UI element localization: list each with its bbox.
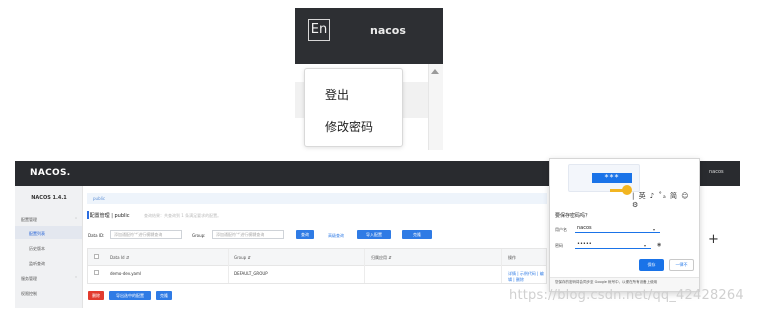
username-label: 用户名 — [555, 227, 567, 232]
header-user[interactable]: nacos — [709, 169, 724, 175]
username-dropdown-icon[interactable]: ▾ — [653, 227, 655, 232]
namespace-bar — [87, 193, 547, 204]
scroll-up-arrow-icon[interactable] — [431, 69, 439, 74]
column-header-group[interactable]: Group ⇵ — [234, 255, 251, 260]
save-password-popup: *** | 英 ♪ ˚ₐ 简 ☺ ⚙ 要保存密码吗？ 用户名 nacos ▾ 密… — [549, 158, 700, 292]
sidebar-item-history[interactable]: 历史版本 — [29, 246, 45, 252]
row-actions-links[interactable]: 详情 | 示例代码 | 编辑 | 删除 — [508, 271, 546, 283]
namespace-tab-public[interactable]: public — [93, 196, 105, 201]
save-password-title: 要保存密码吗？ — [555, 213, 591, 219]
chevron-down-icon: ˅ — [75, 276, 77, 281]
data-id-label: Data ID: — [88, 233, 105, 238]
breadcrumb: 配置管理 | public — [88, 212, 130, 219]
password-dropdown-icon[interactable]: ▾ — [644, 243, 646, 248]
save-password-button[interactable]: 保存 — [639, 259, 664, 271]
sidebar-item-permission-control[interactable]: 权限控制 — [21, 291, 37, 297]
show-password-eye-icon[interactable]: ◉ — [657, 242, 661, 248]
column-header-actions: 操作 — [508, 255, 516, 260]
user-dropdown-menu: 登出 修改密码 — [304, 68, 403, 147]
import-config-button[interactable]: 导入配置 — [357, 230, 391, 239]
group-label: Group: — [192, 233, 206, 238]
advanced-query-link[interactable]: 高级查询 — [328, 233, 344, 239]
column-divider — [228, 249, 229, 283]
sidebar-item-config-management[interactable]: 配置管理 — [21, 217, 37, 223]
clone-button[interactable]: 克隆 — [156, 291, 172, 300]
masked-password-graphic: *** — [592, 173, 632, 183]
user-menu-trigger[interactable]: nacos — [370, 24, 406, 37]
export-selected-button[interactable]: 导出选中的配置 — [109, 291, 151, 300]
config-table: Data Id ⇵ Group ⇵ 归属应用 ⇵ 操作 demo-dev.yam… — [87, 248, 547, 284]
username-field[interactable]: nacos — [575, 224, 660, 233]
column-header-data-id[interactable]: Data Id ⇵ — [110, 255, 129, 260]
never-save-button[interactable]: 一律不 — [669, 259, 694, 271]
row-group: DEFAULT_GROUP — [234, 271, 268, 276]
column-divider — [364, 249, 365, 283]
delete-button[interactable]: 删除 — [88, 291, 104, 300]
select-all-checkbox[interactable] — [94, 254, 99, 259]
page-title: 配置管理 — [89, 213, 110, 219]
sidebar-item-config-list[interactable]: 配置列表 — [29, 231, 45, 237]
logout-menu-item[interactable]: 登出 — [325, 86, 349, 103]
group-input[interactable]: 添加通配符'*'进行模糊查询 — [212, 230, 284, 239]
add-config-icon[interactable]: + — [708, 232, 719, 247]
table-header — [88, 249, 546, 266]
data-id-input[interactable]: 添加通配符'*'进行模糊查询 — [110, 230, 182, 239]
query-button[interactable]: 查询 — [296, 230, 314, 239]
column-header-app[interactable]: 归属应用 ⇵ — [371, 255, 392, 261]
sidebar-item-listener-query[interactable]: 监听查询 — [29, 261, 45, 267]
password-field[interactable]: ••••• — [575, 240, 651, 249]
nacos-logo[interactable]: NACOS. — [30, 168, 70, 178]
query-result-hint: 查询结果：共查询到 1 条满足要求的配置。 — [144, 213, 222, 218]
key-icon — [622, 185, 632, 195]
chevron-up-icon: ˄ — [75, 217, 77, 222]
top-scrollbar[interactable] — [428, 64, 443, 150]
password-label: 密码 — [555, 243, 563, 248]
ime-toolbar[interactable]: | 英 ♪ ˚ₐ 简 ☺ ⚙ — [632, 191, 699, 209]
language-switch-button[interactable]: En — [308, 19, 330, 41]
clone-config-button[interactable]: 克隆 — [402, 230, 432, 239]
sidebar-version-title: NACOS 1.4.1 — [31, 195, 67, 201]
sidebar-item-service-management[interactable]: 服务管理 — [21, 276, 37, 282]
sidebar: NACOS 1.4.1 配置管理 ˄ 配置列表 历史版本 监听查询 服务管理 ˅… — [15, 186, 83, 308]
column-divider — [501, 249, 502, 283]
breadcrumb-separator: | — [111, 213, 113, 219]
row-checkbox[interactable] — [94, 270, 99, 275]
breadcrumb-namespace: public — [114, 213, 130, 219]
change-password-menu-item[interactable]: 修改密码 — [325, 118, 373, 135]
row-data-id: demo-dev.yaml — [110, 271, 142, 276]
watermark: https://blog.csdn.net/qq_42428264 — [509, 288, 744, 303]
sidebar-active-highlight — [15, 226, 82, 239]
